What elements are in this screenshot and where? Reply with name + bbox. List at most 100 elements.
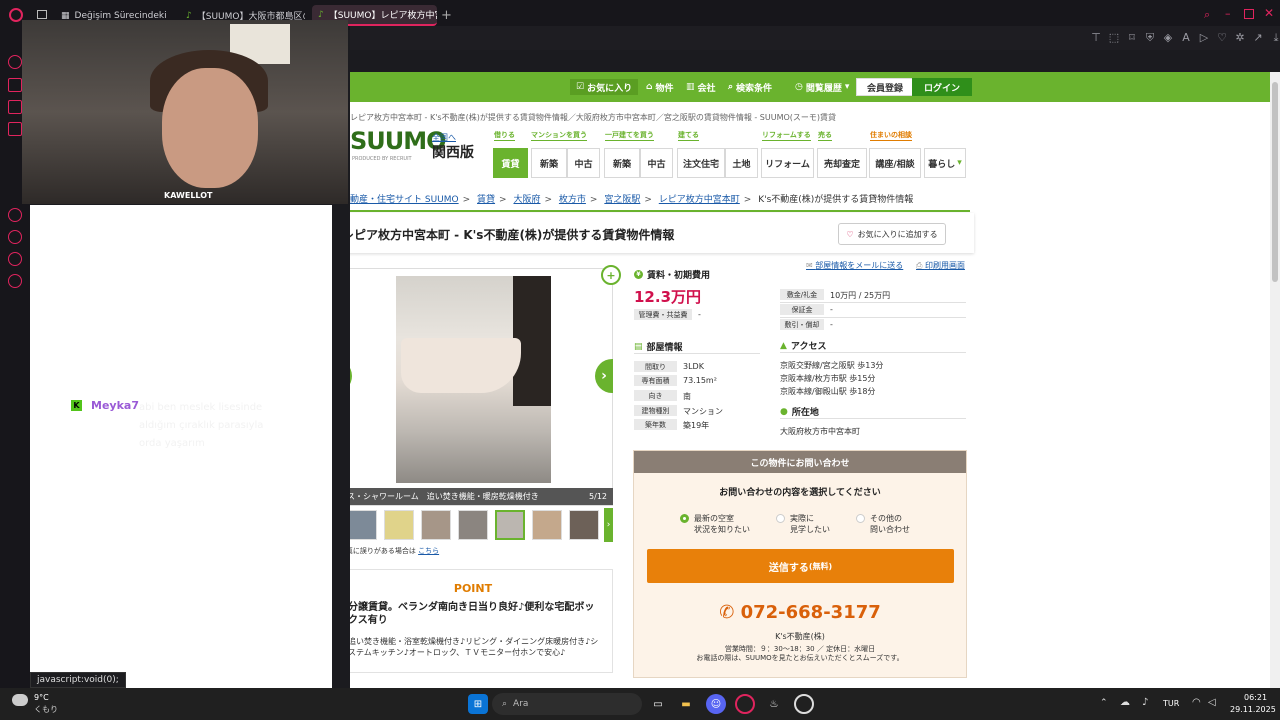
discord-icon[interactable]: ☺ xyxy=(706,694,726,714)
thumbnail-strip: ‹ › xyxy=(350,508,613,542)
breadcrumb-link[interactable]: 宮之阪駅 xyxy=(604,195,640,205)
property-link[interactable]: ⌂ 物件 xyxy=(646,79,673,95)
sidebar-app-icon[interactable] xyxy=(8,55,22,69)
bookmark-icon[interactable]: ⌑ xyxy=(1126,32,1138,44)
wifi-icon[interactable]: ◠ xyxy=(1192,697,1201,708)
category-reform: リフォームする xyxy=(762,131,811,141)
tray-mic-icon[interactable]: ♪ xyxy=(1142,697,1148,708)
history-dropdown[interactable]: ◷ 閲覧履歴 ▾ xyxy=(795,79,849,95)
thumbnail[interactable] xyxy=(458,510,488,540)
volume-icon[interactable]: ◁ xyxy=(1208,697,1216,708)
file-explorer-icon[interactable]: ▬ xyxy=(676,694,696,714)
thumbnail[interactable] xyxy=(569,510,599,540)
breadcrumb-link[interactable]: レピア枚方中宮本町 xyxy=(659,195,740,205)
share-icon[interactable]: ↗ xyxy=(1252,32,1264,44)
next-photo-button[interactable]: › xyxy=(595,359,613,393)
sidebar-app-icon[interactable] xyxy=(8,252,22,266)
divider xyxy=(780,352,966,353)
breadcrumb-link[interactable]: 大阪府 xyxy=(513,195,540,205)
email-link[interactable]: ✉ 部屋情報をメールに送る xyxy=(806,260,903,271)
maximize-icon[interactable] xyxy=(1244,9,1254,19)
shield-icon[interactable]: ⛨ xyxy=(1144,32,1156,44)
sidebar-app-icon[interactable] xyxy=(8,208,22,222)
main-photo[interactable] xyxy=(396,276,551,483)
option-viewing[interactable]: 実際に 見学したい xyxy=(776,513,830,535)
clock-date[interactable]: 29.11.2025 xyxy=(1230,705,1276,714)
nav-advice[interactable]: 講座/相談 xyxy=(869,148,921,178)
favorites-link[interactable]: ☑ お気に入り xyxy=(570,79,639,95)
search-conditions-link[interactable]: ⌕ 検索条件 xyxy=(728,79,772,95)
breadcrumb-link[interactable]: 賃貸 xyxy=(477,195,495,205)
register-button[interactable]: 会員登録 xyxy=(856,78,915,96)
minimize-icon[interactable]: – xyxy=(1225,7,1231,20)
sidebar-app-icon[interactable] xyxy=(8,100,22,114)
thumbnail[interactable] xyxy=(532,510,562,540)
nav-custom-house[interactable]: 注文住宅 xyxy=(677,148,725,178)
nav-house-new[interactable]: 新築 xyxy=(604,148,640,178)
sidebar-app-icon[interactable] xyxy=(8,78,22,92)
deposit-label: 敷金/礼金 xyxy=(780,289,824,300)
search-tabs-icon[interactable]: ⌕ xyxy=(1204,8,1210,22)
building-type-value: マンション xyxy=(683,407,723,416)
puzzle-icon[interactable]: ✲ xyxy=(1234,32,1246,44)
nav-rent[interactable]: 賃貸 xyxy=(493,148,528,178)
sidebar-clock-icon[interactable] xyxy=(8,230,22,244)
close-icon[interactable]: ✕ xyxy=(1264,6,1274,20)
phone-number[interactable]: ✆ 072-668-3177 xyxy=(634,602,966,623)
sidebar-app-icon[interactable] xyxy=(8,122,22,136)
play-icon[interactable]: ▷ xyxy=(1198,32,1210,44)
opera-gx-icon[interactable] xyxy=(735,694,755,714)
thumbnail-selected[interactable] xyxy=(495,510,525,540)
nav-mansion-new[interactable]: 新築 xyxy=(531,148,567,178)
breadcrumb-link[interactable]: 動産・住宅サイト SUUMO xyxy=(350,195,459,205)
language-indicator[interactable]: TUR xyxy=(1163,699,1179,708)
guarantee-value: - xyxy=(830,305,833,314)
chat-username: Meyka7 xyxy=(91,399,139,412)
option-vacancy[interactable]: 最新の空室 状況を知りたい xyxy=(680,513,750,535)
download-icon[interactable]: ⤓ xyxy=(1270,32,1280,44)
nav-sale-appraisal[interactable]: 売却査定 xyxy=(817,148,867,178)
browser-logo-icon[interactable] xyxy=(9,8,23,22)
status-url: javascript:void(0); xyxy=(30,672,126,688)
thumbnail[interactable] xyxy=(384,510,414,540)
nav-house-used[interactable]: 中古 xyxy=(640,148,673,178)
workspace-icon[interactable] xyxy=(37,10,47,19)
nav-living[interactable]: 暮らし ▾ xyxy=(924,148,966,178)
login-button[interactable]: ログイン xyxy=(912,78,973,96)
sidebar-settings-icon[interactable] xyxy=(8,274,22,288)
radio[interactable] xyxy=(856,514,865,523)
print-link[interactable]: ⎙ 印刷用画面 xyxy=(916,260,965,271)
tray-chevron-icon[interactable]: ⌃ xyxy=(1100,698,1108,708)
add-favorite-button[interactable]: ♡ お気に入りに追加する xyxy=(838,223,946,245)
thumbnail[interactable] xyxy=(421,510,451,540)
pin-icon[interactable]: ⊤ xyxy=(1090,32,1102,44)
task-view-icon[interactable]: ▭ xyxy=(648,694,668,714)
send-button[interactable]: 送信する (無料) xyxy=(647,549,954,583)
nav-land[interactable]: 土地 xyxy=(725,148,758,178)
prev-photo-button[interactable]: ‹ xyxy=(350,359,352,393)
tray-network-icon[interactable]: ☁ xyxy=(1120,697,1130,708)
radio[interactable] xyxy=(776,514,785,523)
page-scrollbar[interactable] xyxy=(1270,72,1280,688)
thumb-next-button[interactable]: › xyxy=(604,508,613,542)
obs-icon[interactable] xyxy=(794,694,814,714)
radio-selected[interactable] xyxy=(680,514,689,523)
nav-mansion-used[interactable]: 中古 xyxy=(567,148,600,178)
new-tab-button[interactable]: + xyxy=(441,8,452,23)
heart-icon[interactable]: ♡ xyxy=(1216,32,1228,44)
extension-icon[interactable]: ◈ xyxy=(1162,32,1174,44)
start-icon[interactable]: ⊞ xyxy=(468,694,488,714)
zoom-icon[interactable]: + xyxy=(601,265,621,285)
steam-icon[interactable]: ♨ xyxy=(764,694,784,714)
translate-icon[interactable]: A xyxy=(1180,32,1192,44)
option-other[interactable]: その他の 問い合わせ xyxy=(856,513,910,535)
weather-icon[interactable] xyxy=(12,694,28,706)
company-link[interactable]: ▥ 会社 xyxy=(686,79,716,95)
clock-time[interactable]: 06:21 xyxy=(1244,693,1267,702)
thumbnail[interactable] xyxy=(350,510,377,540)
report-link[interactable]: こちら xyxy=(418,547,439,555)
breadcrumb-link[interactable]: 枚方市 xyxy=(559,195,586,205)
taskbar-search[interactable]: ⌕ Ara xyxy=(492,693,642,715)
nav-reform[interactable]: リフォーム xyxy=(761,148,814,178)
screenshot-icon[interactable]: ⬚ xyxy=(1108,32,1120,44)
